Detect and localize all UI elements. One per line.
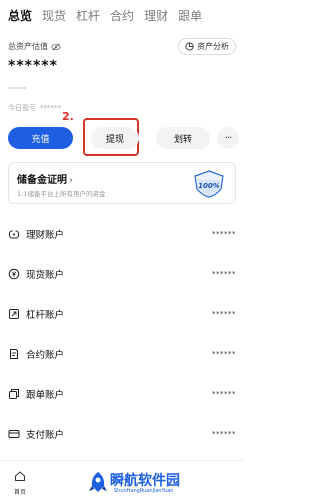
account-value: ******	[212, 350, 236, 358]
account-label: 跟单账户	[26, 390, 65, 401]
step-marker: 2.	[62, 110, 74, 123]
nav-home-label: 首页	[13, 489, 26, 496]
list-item-payment-account[interactable]: 支付账户 ******	[0, 414, 244, 454]
account-label: 杠杆账户	[26, 310, 65, 321]
list-item-earn-account[interactable]: 理财账户 ******	[0, 214, 244, 254]
coin-icon	[8, 268, 20, 280]
badge-label: 100%	[198, 182, 220, 190]
tab-overview[interactable]: 总览	[8, 6, 32, 28]
asset-analysis-button[interactable]: 资产分析	[178, 38, 236, 55]
account-value: ******	[212, 310, 236, 318]
today-pnl: 今日盈亏 ******	[8, 103, 61, 113]
account-list: 理财账户 ****** 现货账户 ****** 杠杆账户 ****** 合约账户…	[0, 214, 244, 454]
lever-icon	[9, 309, 19, 319]
list-item-futures-account[interactable]: 合约账户 ******	[0, 334, 244, 374]
watermark-title: 瞬航软件园	[110, 473, 180, 489]
tab-spot[interactable]: 现货	[42, 6, 66, 28]
account-label: 现货账户	[26, 270, 65, 281]
list-item-copy-trading-account[interactable]: 跟单账户 ******	[0, 374, 244, 414]
more-button[interactable]: ···	[217, 127, 239, 149]
total-assets-value: ******	[8, 58, 58, 74]
reserve-subtitle: 1:1储备平台上所有用户的资金	[17, 190, 106, 198]
pie-chart-icon	[185, 42, 194, 51]
reserve-title: 储备金证明 ›	[17, 171, 73, 186]
reserve-title-text: 储备金证明	[17, 175, 67, 186]
watermark-logo: 瞬航软件园 ShunHangRuanJianYuan	[88, 469, 238, 499]
account-label: 支付账户	[26, 430, 65, 441]
today-pnl-label: 今日盈亏	[8, 104, 36, 112]
rocket-logo-icon	[89, 472, 107, 492]
piggy-icon	[9, 230, 19, 239]
withdraw-button[interactable]: 提现	[91, 127, 139, 149]
card-icon	[8, 430, 20, 438]
shield-badge-icon: 100%	[194, 170, 224, 198]
account-value: ******	[212, 270, 236, 278]
list-item-spot-account[interactable]: 现货账户 ******	[0, 254, 244, 294]
asset-analysis-label: 资产分析	[197, 42, 229, 51]
home-icon	[15, 471, 25, 481]
total-assets-sub-value: ******	[8, 86, 26, 93]
copy-icon	[9, 389, 19, 399]
contract-icon	[10, 349, 18, 359]
chevron-right-icon: ›	[69, 175, 73, 186]
proof-of-reserves-card[interactable]: 储备金证明 › 1:1储备平台上所有用户的资金 100%	[8, 162, 236, 204]
total-assets-header: 总资产估值	[8, 41, 61, 52]
watermark-subtitle: ShunHangRuanJianYuan	[114, 488, 174, 494]
tab-earn[interactable]: 理财	[144, 6, 168, 28]
tab-futures[interactable]: 合约	[110, 6, 134, 28]
account-tabs: 总览 现货 杠杆 合约 理财 跟单	[0, 6, 244, 28]
today-pnl-value: ******	[40, 104, 61, 112]
account-label: 理财账户	[26, 230, 65, 241]
transfer-button[interactable]: 划转	[156, 127, 210, 149]
tab-copy-trading[interactable]: 跟单	[178, 6, 202, 28]
nav-home[interactable]: 首页	[8, 467, 32, 496]
account-value: ******	[212, 230, 236, 238]
account-value: ******	[212, 430, 236, 438]
list-item-margin-account[interactable]: 杠杆账户 ******	[0, 294, 244, 334]
deposit-button[interactable]: 充值	[8, 127, 73, 149]
total-assets-label: 总资产估值	[8, 42, 48, 51]
tab-margin[interactable]: 杠杆	[76, 6, 100, 28]
account-label: 合约账户	[26, 350, 65, 361]
account-value: ******	[212, 390, 236, 398]
eye-hidden-icon[interactable]	[51, 42, 61, 52]
